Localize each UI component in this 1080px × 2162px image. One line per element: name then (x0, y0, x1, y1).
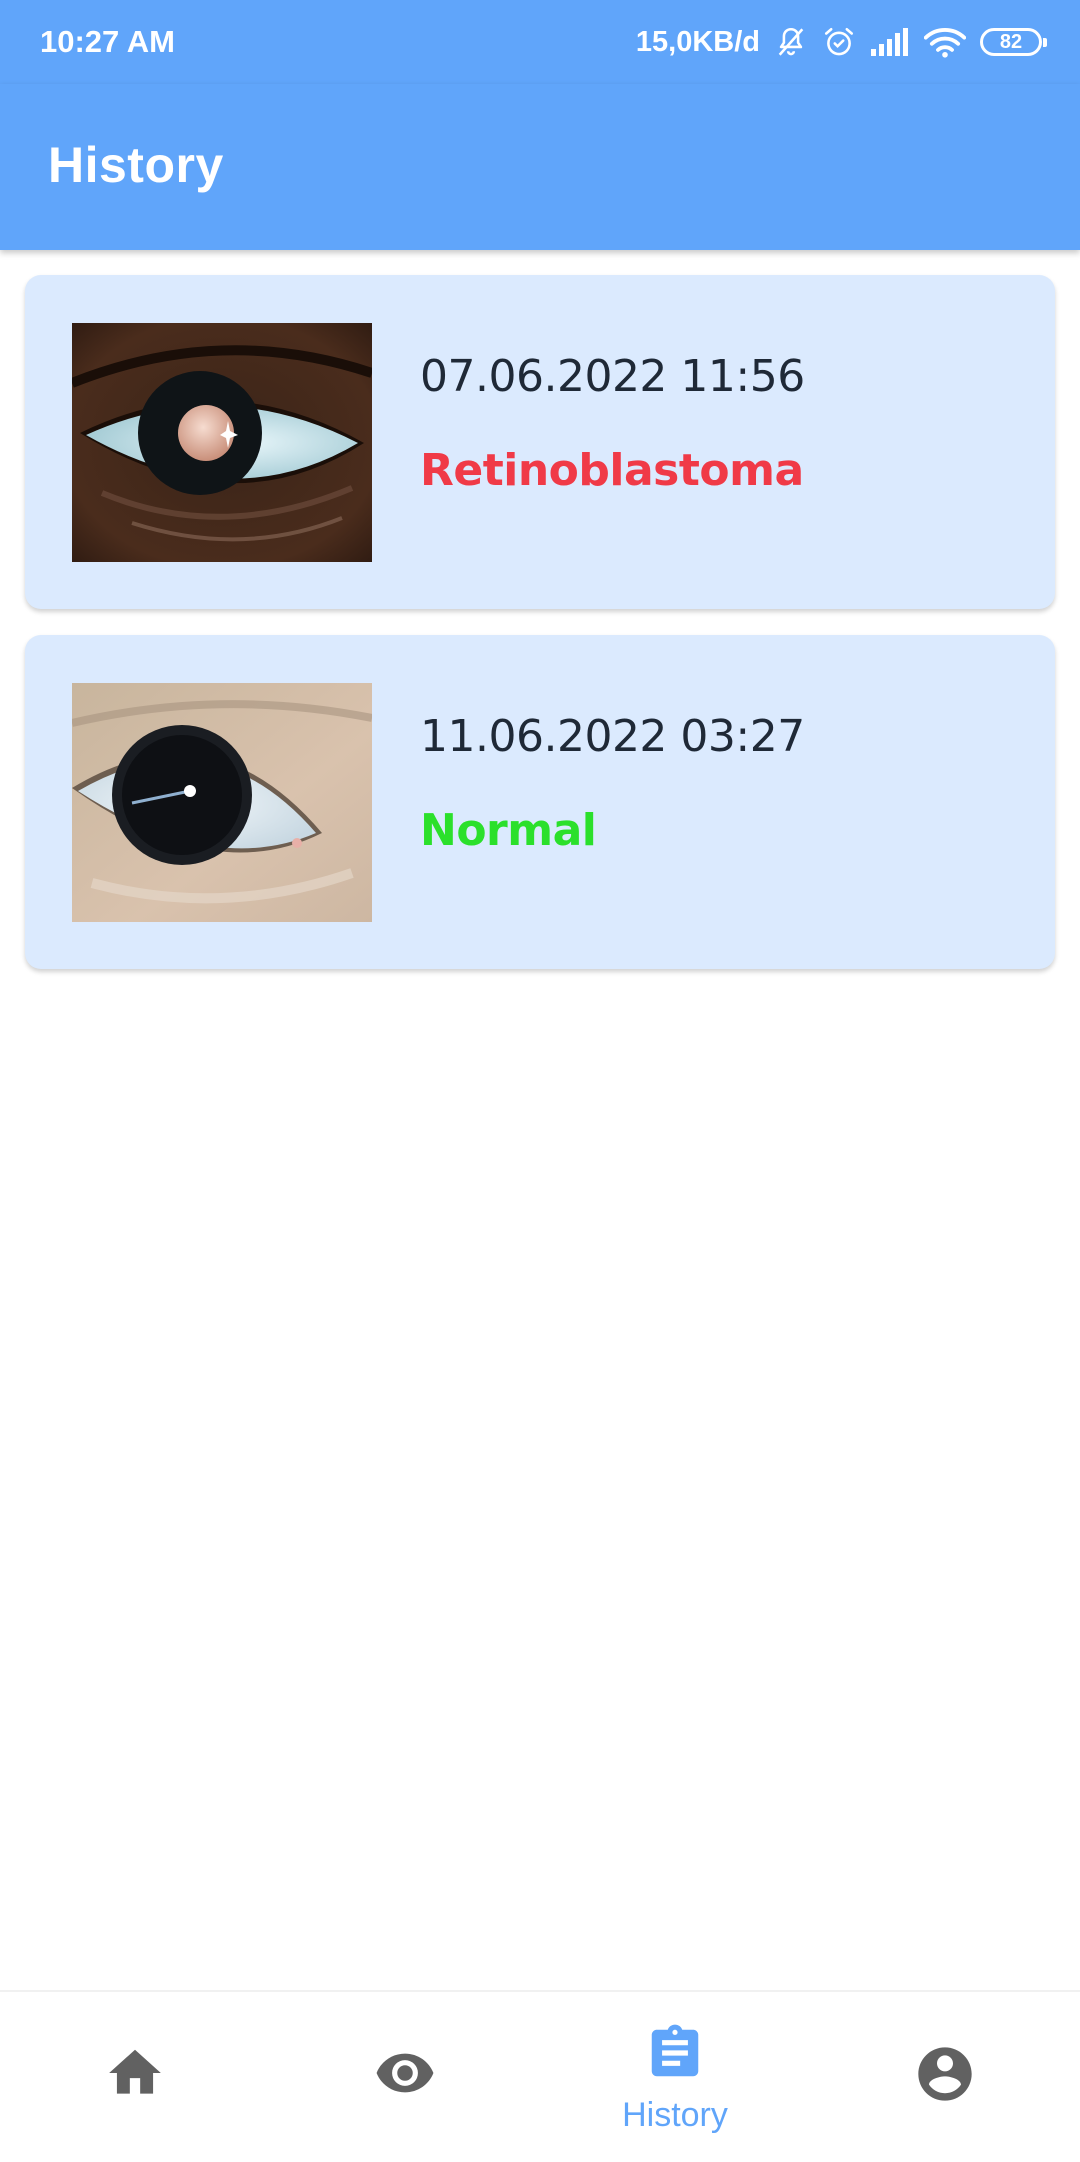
page-title: History (48, 137, 224, 193)
status-indicators: 15,0KB/d 82 (635, 20, 1047, 64)
eye-icon (370, 2042, 440, 2109)
history-date: 07.06.2022 11:56 (420, 351, 805, 402)
nav-home[interactable] (0, 1992, 270, 2162)
bottom-navigation: History (0, 1990, 1080, 2160)
nav-profile[interactable] (810, 1992, 1080, 2162)
app-bar: History (0, 84, 1080, 250)
signal-icon (870, 27, 910, 57)
history-date: 11.06.2022 03:27 (420, 711, 805, 762)
clipboard-icon (644, 2020, 706, 2091)
diagnosis-result: Normal (420, 805, 597, 856)
nav-history[interactable]: History (540, 1992, 810, 2162)
home-icon (104, 2042, 166, 2109)
network-speed: 15,0KB/d (635, 25, 760, 58)
eye-photo-thumbnail (72, 323, 372, 562)
eye-photo-thumbnail (72, 683, 372, 922)
nav-scan[interactable] (270, 1992, 540, 2162)
status-bar: 10:27 AM 15,0KB/d 82 (0, 0, 1080, 84)
history-card[interactable]: 11.06.2022 03:27 Normal (25, 635, 1055, 969)
account-icon (913, 2042, 977, 2111)
history-card[interactable]: 07.06.2022 11:56 Retinoblastoma (25, 275, 1055, 609)
battery-level: 82 (999, 30, 1023, 53)
wifi-icon (924, 26, 966, 58)
diagnosis-result: Retinoblastoma (420, 445, 804, 496)
nav-label-history: History (622, 2096, 728, 2134)
battery-icon: 82 (980, 28, 1047, 56)
mute-bell-icon (774, 25, 808, 59)
status-time: 10:27 AM (40, 24, 175, 59)
alarm-icon (822, 25, 856, 59)
